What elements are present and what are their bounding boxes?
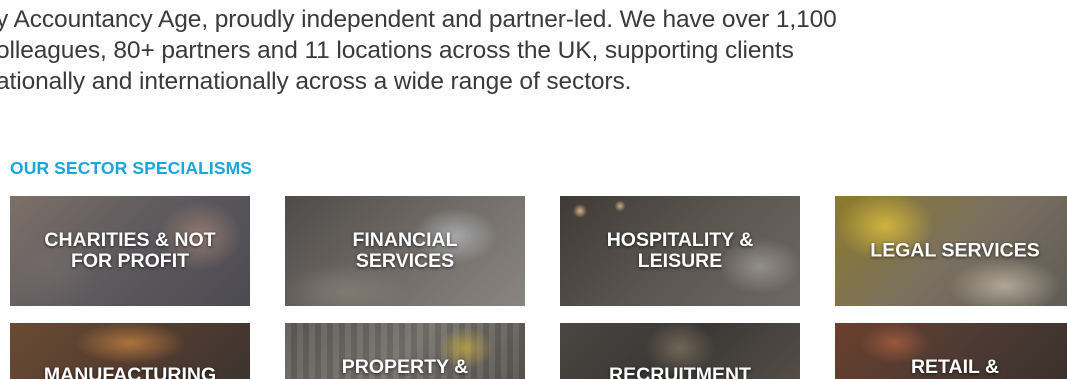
sector-tile-property[interactable]: PROPERTY & [285,323,525,379]
intro-paragraph: y Accountancy Age, proudly independent a… [0,4,1067,97]
sector-tile-recruitment[interactable]: RECRUITMENT [560,323,800,379]
sector-specialisms-heading: OUR SECTOR SPECIALISMS [10,158,253,178]
sector-tile-label: FINANCIAL SERVICES [352,229,458,272]
sector-tile-label: RETAIL & [910,356,1000,378]
sector-tile-financial-services[interactable]: FINANCIAL SERVICES [285,196,525,306]
intro-line-1: y Accountancy Age, proudly independent a… [0,6,837,33]
sector-tile-hospitality[interactable]: HOSPITALITY & LEISURE [560,196,800,306]
intro-line-2: olleagues, 80+ partners and 11 locations… [0,37,794,64]
sector-tile-label: HOSPITALITY & LEISURE [606,229,754,272]
sector-tile-label: CHARITIES & NOT FOR PROFIT [44,229,216,272]
sector-tile-label: PROPERTY & [341,356,469,378]
intro-line-3: ationally and internationally across a w… [0,68,632,95]
sector-tile-manufacturing[interactable]: MANUFACTURING [10,323,250,379]
sector-tile-retail[interactable]: RETAIL & [835,323,1067,379]
sector-tile-label: LEGAL SERVICES [870,239,1040,262]
sector-tile-legal-services[interactable]: LEGAL SERVICES [835,196,1067,306]
sector-tile-label: RECRUITMENT [609,364,751,379]
sector-tile-label: MANUFACTURING [43,364,217,379]
sector-tile-charities[interactable]: CHARITIES & NOT FOR PROFIT [10,196,250,306]
